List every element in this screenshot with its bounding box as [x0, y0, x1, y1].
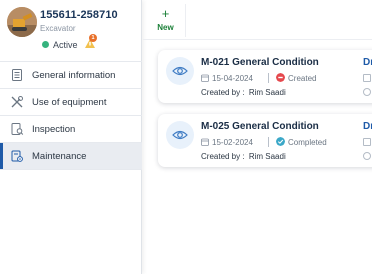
- card-title: M-025 General Condition: [201, 121, 319, 132]
- asset-id: 155611-258710: [40, 9, 118, 21]
- card-status: Created: [288, 73, 317, 83]
- maintenance-icon: [11, 150, 23, 162]
- asset-profile: 155611-258710 Excavator Active 1: [0, 0, 142, 62]
- created-by-label: Created by :: [201, 88, 245, 97]
- asset-avatar: [7, 7, 37, 37]
- calendar-icon: [201, 74, 209, 82]
- sidebar-item-use-of-equipment[interactable]: Use of equipment: [0, 89, 142, 116]
- notification-badge: 1: [89, 34, 97, 42]
- eye-icon[interactable]: [166, 57, 194, 85]
- sidebar-item-maintenance[interactable]: Maintenance: [0, 143, 142, 170]
- created-by-name: Rim Saadi: [248, 88, 286, 97]
- card-date: 15-04-2024: [212, 73, 253, 83]
- sidebar-item-general-information[interactable]: General information: [0, 62, 142, 89]
- document-list-icon: [12, 69, 22, 81]
- new-button-label: New: [157, 23, 174, 32]
- status-dot-icon: [42, 41, 49, 48]
- completed-status-icon: [276, 137, 285, 146]
- sidebar-item-inspection[interactable]: Inspection: [0, 116, 142, 143]
- eye-icon[interactable]: [166, 121, 194, 149]
- card-status: Completed: [288, 137, 327, 147]
- card-title: M-021 General Condition: [201, 57, 319, 68]
- calendar-icon: [363, 138, 371, 146]
- sidebar-item-label: General information: [32, 70, 116, 81]
- sidebar-item-label: Maintenance: [32, 151, 87, 162]
- card-right-label: Dr: [363, 121, 372, 132]
- plus-icon: +: [161, 6, 170, 21]
- created-by: Created by : Rim Saadi: [201, 152, 286, 161]
- created-by-label: Created by :: [201, 152, 245, 161]
- maintenance-card[interactable]: M-025 General Condition 15-02-2024 Compl…: [158, 114, 372, 167]
- asset-type: Excavator: [40, 24, 76, 33]
- clock-icon: [363, 88, 371, 96]
- created-status-icon: [276, 73, 285, 82]
- maintenance-card[interactable]: M-021 General Condition 15-04-2024 Creat…: [158, 50, 372, 103]
- sidebar: 155611-258710 Excavator Active 1 General…: [0, 0, 142, 274]
- sidebar-item-label: Inspection: [32, 124, 76, 135]
- clock-icon: [363, 152, 371, 160]
- created-by: Created by : Rim Saadi: [201, 88, 286, 97]
- sidebar-item-label: Use of equipment: [32, 97, 107, 108]
- card-date: 15-02-2024: [212, 137, 253, 147]
- card-right-label: Dr: [363, 57, 372, 68]
- calendar-icon: [363, 74, 371, 82]
- tools-icon: [11, 96, 23, 108]
- separator: [268, 73, 269, 83]
- status-text: Active: [53, 39, 78, 50]
- inspection-icon: [11, 123, 24, 135]
- calendar-icon: [201, 138, 209, 146]
- separator: [268, 137, 269, 147]
- new-button[interactable]: + New: [146, 4, 186, 37]
- created-by-name: Rim Saadi: [248, 152, 286, 161]
